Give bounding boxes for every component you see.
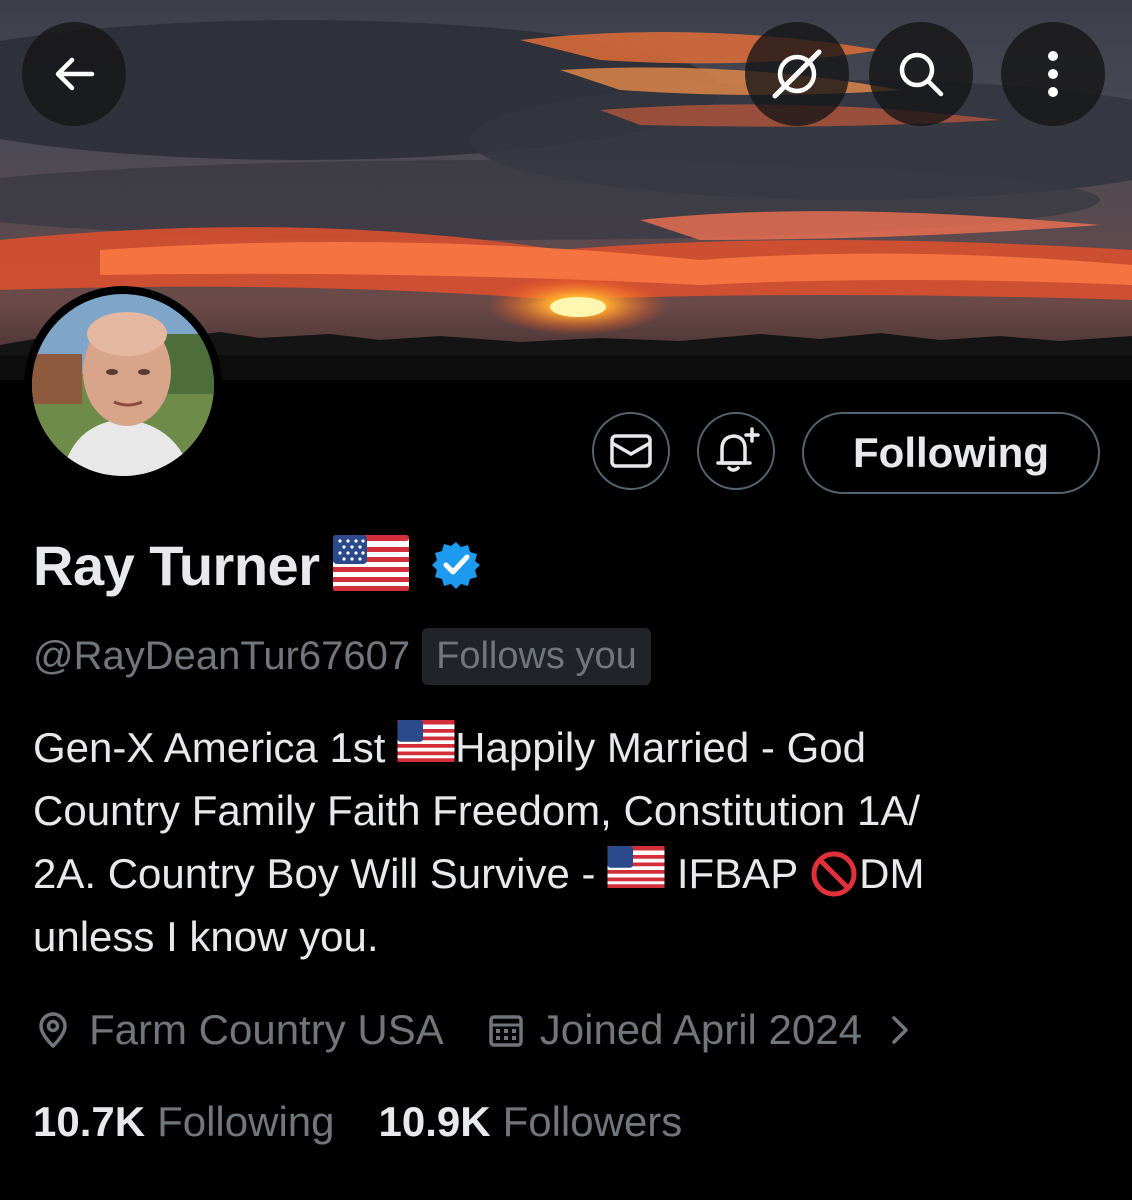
avatar-image (32, 294, 214, 476)
bio-text: unless I know you. (33, 913, 379, 960)
us-flag-icon (333, 534, 410, 596)
followers-label: Followers (502, 1098, 683, 1145)
us-flag-icon (397, 716, 455, 779)
following-count: 10.7K (33, 1098, 146, 1145)
joined-text: Joined April 2024 (539, 1006, 862, 1053)
envelope-icon (610, 434, 652, 468)
profile-name-row: Ray Turner (33, 530, 481, 600)
bio-text: 2A. Country Boy Will Survive - (33, 850, 608, 897)
joined-item[interactable]: Joined April 2024 (486, 1006, 912, 1054)
bio-line: Gen-X America 1st Happily Married - God (33, 716, 1093, 779)
location-item: Farm Country USA (33, 1006, 444, 1054)
profile-meta-row: Farm Country USA Joined April 2024 (33, 1000, 912, 1060)
profile-avatar[interactable] (24, 286, 222, 484)
no-entry-icon (809, 849, 859, 899)
verified-badge-icon[interactable] (431, 540, 481, 590)
handle-row: @RayDeanTur67607 Follows you (33, 626, 651, 686)
grok-icon (772, 49, 822, 99)
bio-line: 2A. Country Boy Will Survive - IFBAP DM (33, 842, 1093, 905)
bio-text: DM (859, 850, 925, 897)
grok-button[interactable] (745, 22, 849, 126)
bio-line: unless I know you. (33, 905, 1093, 968)
message-button[interactable] (592, 412, 670, 490)
bio-text: IFBAP (665, 850, 810, 897)
bio-text: Gen-X America 1st (33, 724, 398, 771)
bell-plus-icon (716, 427, 760, 472)
location-pin-icon (39, 1012, 67, 1048)
profile-stats-row: 10.7K Following 10.9K Followers (33, 1092, 682, 1152)
more-options-button[interactable] (1001, 22, 1105, 126)
location-text: Farm Country USA (89, 1006, 444, 1053)
followers-count: 10.9K (378, 1098, 491, 1145)
followers-stat[interactable]: 10.9K Followers (379, 1098, 683, 1146)
us-flag-icon (607, 842, 665, 905)
calendar-icon (489, 1015, 523, 1047)
follows-you-badge: Follows you (422, 627, 651, 685)
more-vertical-icon (1048, 51, 1058, 97)
notifications-button[interactable] (697, 412, 775, 490)
profile-handle: @RayDeanTur67607 (33, 633, 411, 678)
following-stat[interactable]: 10.7K Following (33, 1098, 335, 1146)
profile-bio: Gen-X America 1st Happily Married - God … (33, 716, 1093, 968)
following-label: Following (157, 1098, 335, 1145)
back-button[interactable] (22, 22, 126, 126)
search-icon (899, 52, 944, 97)
bio-line: Country Family Faith Freedom, Constituti… (33, 779, 1093, 842)
search-button[interactable] (869, 22, 973, 126)
chevron-right-icon (892, 1016, 908, 1044)
bio-text: Happily Married - God (455, 724, 866, 771)
display-name: Ray Turner (33, 533, 320, 597)
bio-text: Country Family Faith Freedom, Constituti… (33, 787, 921, 834)
arrow-left-icon (55, 57, 95, 91)
following-button[interactable]: Following (802, 412, 1100, 494)
